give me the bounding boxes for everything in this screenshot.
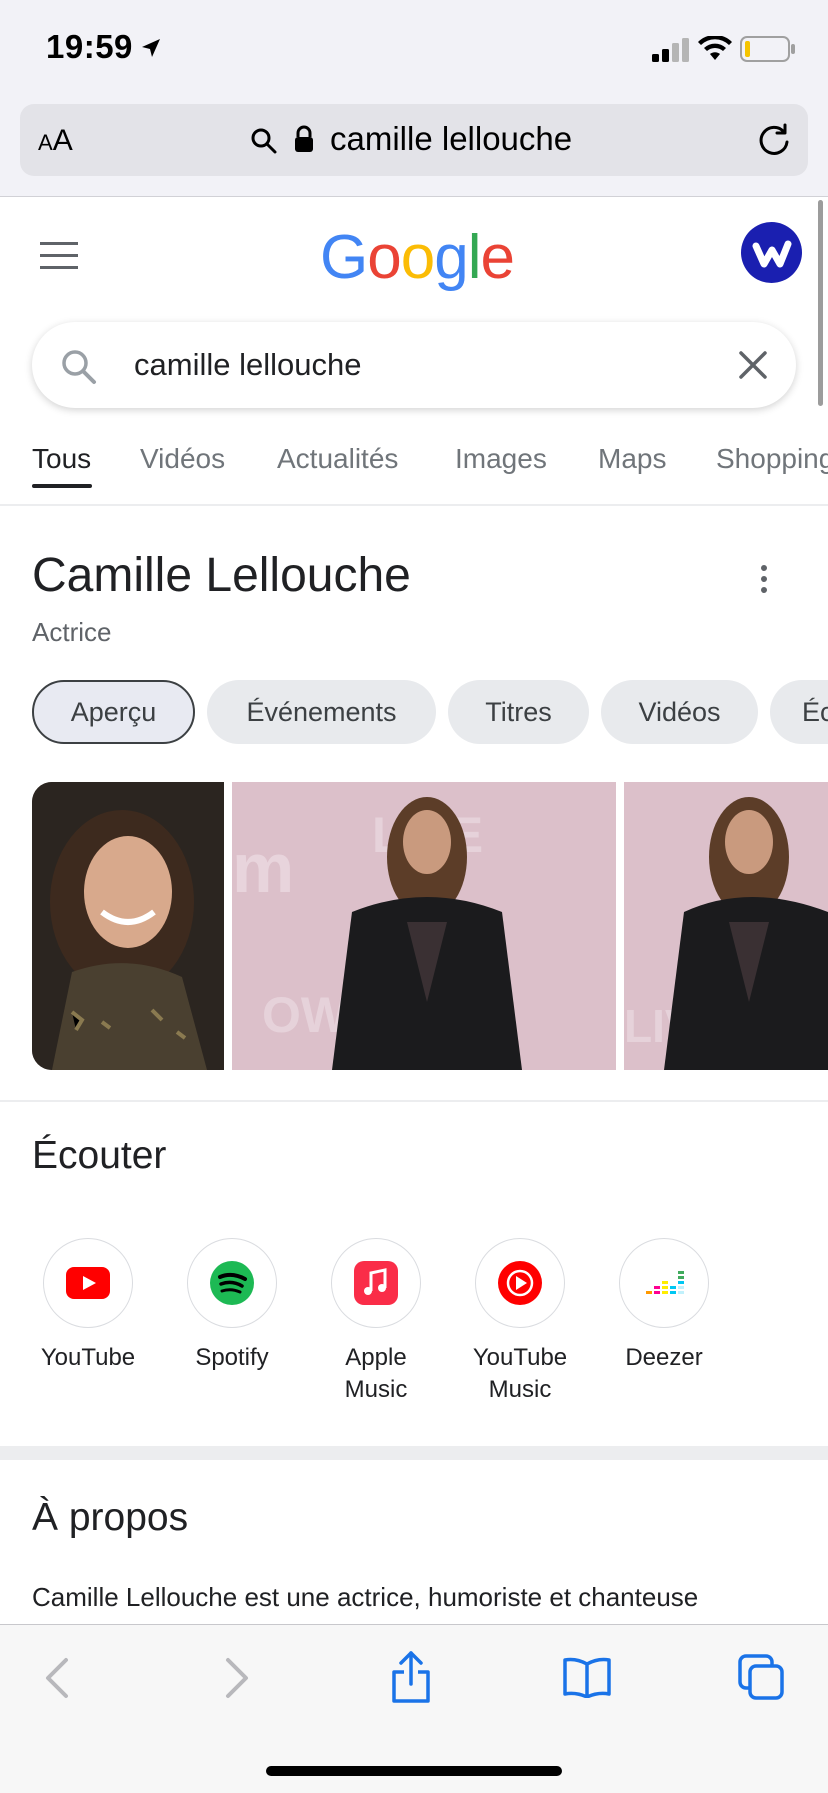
entity-subtitle: Actrice [32, 617, 112, 647]
tab-tous[interactable]: Tous [32, 443, 91, 475]
text-size-small-label: A [38, 130, 53, 155]
tab-videos[interactable]: Vidéos [140, 443, 225, 475]
search-icon [251, 128, 277, 154]
hamburger-menu-icon[interactable] [40, 242, 78, 270]
service-icon-circle [331, 1238, 421, 1328]
section-title-about: À propos [32, 1496, 189, 1539]
portrait-image [32, 782, 224, 1070]
portrait-image: LIV [624, 782, 828, 1070]
logo-letter: o [400, 223, 435, 292]
deezer-icon [646, 1271, 684, 1294]
bookmarks-icon[interactable] [562, 1656, 612, 1698]
section-separator [0, 1446, 828, 1460]
chip-evenements[interactable]: Événements [207, 680, 436, 744]
chip-titres[interactable]: Titres [448, 680, 589, 744]
logo-letter: g [434, 223, 468, 292]
tab-maps[interactable]: Maps [598, 443, 666, 475]
service-apple-music[interactable]: Apple Music [311, 1238, 441, 1406]
portrait-image: m LIVE OW [232, 782, 616, 1070]
tab-images[interactable]: Images [455, 443, 547, 475]
tab-shopping[interactable]: Shopping [716, 443, 828, 475]
share-icon[interactable] [390, 1650, 432, 1704]
search-input[interactable]: camille lellouche [134, 347, 361, 383]
reload-icon[interactable] [756, 122, 792, 158]
service-label: Spotify [195, 1344, 269, 1371]
account-logo-icon [752, 240, 792, 268]
logo-letter: o [367, 223, 401, 292]
google-logo[interactable]: Google [320, 222, 515, 293]
text-size-button[interactable]: AA [38, 124, 73, 158]
url-text[interactable]: camille lellouche [330, 120, 572, 158]
svg-text:OW: OW [262, 987, 349, 1043]
logo-letter: e [480, 223, 514, 292]
spotify-icon [210, 1261, 254, 1305]
service-icon-circle [43, 1238, 133, 1328]
more-options-icon[interactable] [760, 565, 768, 599]
chip-ecouter[interactable]: Éc [770, 680, 828, 744]
service-youtube[interactable]: YouTube [23, 1238, 153, 1374]
logo-letter: l [467, 223, 482, 292]
home-indicator[interactable] [266, 1766, 562, 1776]
service-label: Deezer [625, 1344, 703, 1371]
about-description: Camille Lellouche est une actrice, humor… [32, 1582, 699, 1612]
lock-icon [295, 125, 313, 152]
logo-letter: G [320, 223, 368, 292]
forward-icon[interactable] [224, 1656, 250, 1700]
service-youtube-music[interactable]: YouTube Music [455, 1238, 585, 1406]
svg-text:m: m [232, 829, 294, 907]
clear-icon[interactable] [738, 350, 768, 380]
entity-photo[interactable] [32, 782, 224, 1070]
active-tab-indicator [32, 484, 92, 488]
apple-music-icon [354, 1261, 398, 1305]
service-deezer[interactable]: Deezer [599, 1238, 729, 1374]
entity-photo[interactable]: m LIVE OW [232, 782, 616, 1070]
section-title-listen: Écouter [32, 1134, 167, 1177]
wifi-icon [698, 36, 732, 60]
avatar[interactable] [741, 222, 802, 283]
entity-photo[interactable]: LIV [624, 782, 828, 1070]
youtube-icon [66, 1267, 110, 1299]
service-icon-circle [187, 1238, 277, 1328]
divider [0, 504, 828, 506]
search-icon[interactable] [60, 348, 98, 386]
battery-icon [740, 36, 795, 62]
cellular-signal-icon [652, 38, 689, 62]
text-size-large-label: A [52, 124, 73, 157]
tab-actualites[interactable]: Actualités [277, 443, 398, 475]
service-icon-circle [619, 1238, 709, 1328]
youtube-music-icon [498, 1261, 542, 1305]
service-label: YouTube Music [472, 1344, 568, 1403]
scrollbar[interactable] [818, 200, 823, 406]
status-time: 19:59 [46, 28, 133, 65]
divider [0, 1100, 828, 1102]
chip-videos[interactable]: Vidéos [601, 680, 758, 744]
service-icon-circle [475, 1238, 565, 1328]
tabs-icon[interactable] [738, 1654, 786, 1702]
service-label: Apple Music [344, 1344, 408, 1403]
chip-apercu[interactable]: Aperçu [32, 680, 195, 744]
entity-title: Camille Lellouche [32, 549, 411, 602]
service-spotify[interactable]: Spotify [167, 1238, 297, 1374]
location-arrow-icon [142, 39, 160, 57]
service-label: YouTube [40, 1344, 136, 1371]
back-icon[interactable] [44, 1656, 70, 1700]
